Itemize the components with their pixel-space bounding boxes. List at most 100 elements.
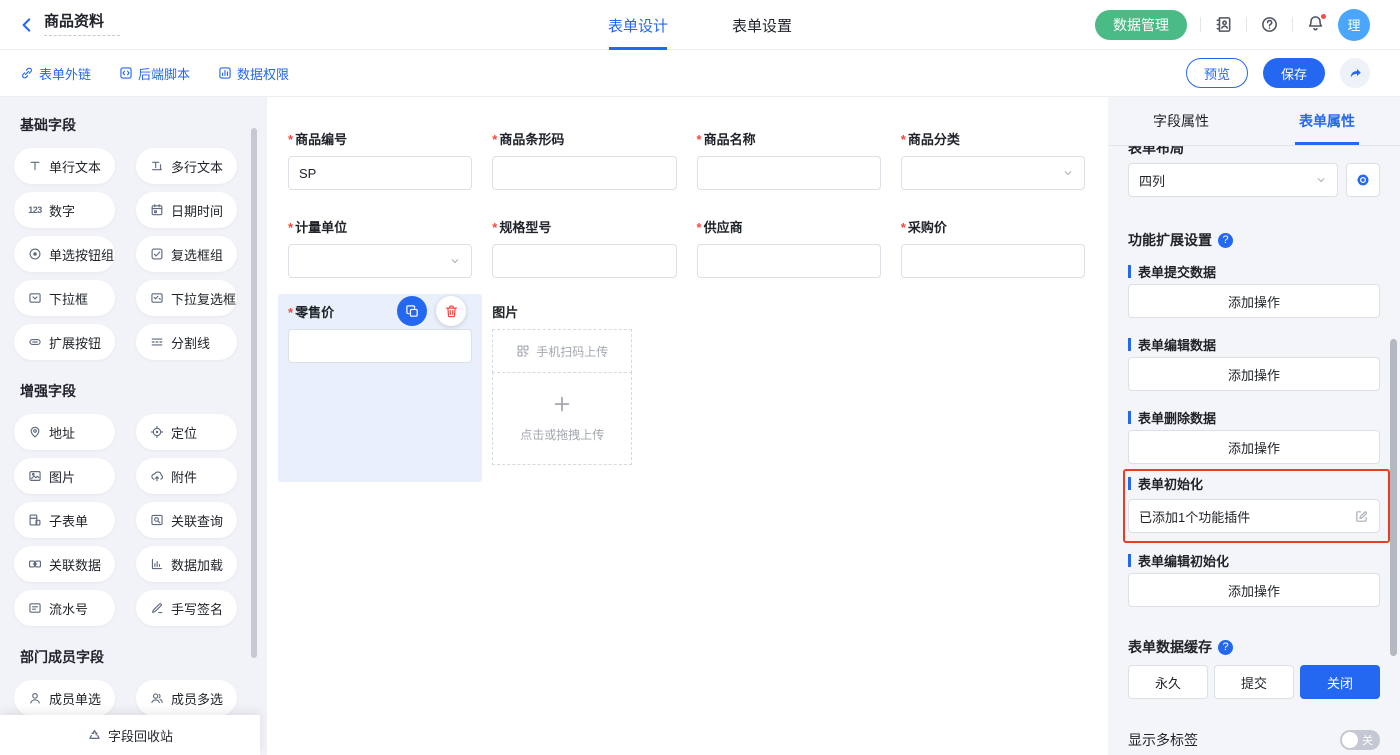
title-editable-underline xyxy=(44,35,120,36)
tab-form-properties[interactable]: 表单属性 xyxy=(1254,97,1400,145)
field-type-pill[interactable]: 复选框组 xyxy=(136,236,237,272)
field-type-pill[interactable]: 流水号 xyxy=(14,590,115,626)
field-input[interactable]: SP xyxy=(288,156,472,190)
field-input[interactable] xyxy=(492,244,676,278)
plugin-summary-text: 已添加1个功能插件 xyxy=(1139,507,1250,526)
save-button[interactable]: 保存 xyxy=(1263,58,1325,88)
field-input[interactable] xyxy=(697,156,881,190)
field-select[interactable] xyxy=(288,244,472,278)
field-type-pill[interactable]: 成员多选 xyxy=(136,680,237,716)
field-library-sections: 基础字段单行文本多行文本123数字日期时间单选按钮组复选框组下拉框下拉复选框扩展… xyxy=(14,115,267,755)
layout-select-value: 四列 xyxy=(1139,171,1165,190)
form-field[interactable]: *采购价 xyxy=(901,221,1085,278)
field-select[interactable] xyxy=(901,156,1085,190)
field-input[interactable] xyxy=(697,244,881,278)
canvas-field-grid: *商品编号SP *商品条形码 *商品名称 *商品分类 *计量单位 *规格型号 *供应商 *采购… xyxy=(288,133,1085,278)
panel-scrollbar[interactable] xyxy=(1390,339,1397,656)
cache-option-button[interactable]: 提交 xyxy=(1214,665,1294,699)
text-single-icon xyxy=(27,159,43,173)
field-type-pill[interactable]: 关联数据 xyxy=(14,546,115,582)
form-field[interactable]: *商品编号SP xyxy=(288,133,472,190)
help-icon[interactable] xyxy=(1260,15,1279,34)
backend-script-link[interactable]: 后端脚本 xyxy=(119,64,190,83)
script-icon xyxy=(119,66,133,80)
notification-bell[interactable] xyxy=(1306,14,1325,36)
trash-icon xyxy=(444,304,459,319)
field-type-pill[interactable]: 单行文本 xyxy=(14,148,115,184)
help-question-icon[interactable]: ? xyxy=(1218,640,1233,655)
contacts-book-icon[interactable] xyxy=(1214,15,1233,34)
preview-button[interactable]: 预览 xyxy=(1186,58,1248,88)
field-type-pill[interactable]: 分割线 xyxy=(136,324,237,360)
tab-form-settings[interactable]: 表单设置 xyxy=(732,0,792,50)
form-field[interactable]: *规格型号 xyxy=(492,221,676,278)
page-title: 商品资料 xyxy=(44,13,104,30)
sidebar-scrollbar[interactable] xyxy=(251,128,257,658)
field-type-pill[interactable]: 关联查询 xyxy=(136,502,237,538)
edit-icon[interactable] xyxy=(1354,509,1369,524)
field-type-pill[interactable]: 地址 xyxy=(14,414,115,450)
field-type-pill[interactable]: 下拉复选框 xyxy=(136,280,237,316)
help-question-icon[interactable]: ? xyxy=(1218,233,1233,248)
field-type-pill[interactable]: 图片 xyxy=(14,458,115,494)
field-type-pill[interactable]: 定位 xyxy=(136,414,237,450)
drag-upload-area[interactable]: 点击或拖拽上传 xyxy=(492,372,632,465)
add-action-button[interactable]: 添加操作 xyxy=(1128,430,1380,464)
form-field[interactable]: *商品名称 xyxy=(697,133,881,190)
field-label-text: 计量单位 xyxy=(295,221,347,235)
share-button[interactable] xyxy=(1340,58,1370,88)
tab-form-design[interactable]: 表单设计 xyxy=(608,0,668,50)
field-label-text: 采购价 xyxy=(908,221,947,235)
form-field[interactable]: *商品条形码 xyxy=(492,133,676,190)
layout-settings-button[interactable] xyxy=(1346,163,1380,197)
chevron-down-icon xyxy=(1315,174,1327,186)
form-field-image[interactable]: 图片 手机扫码上传 点击或拖拽上传 xyxy=(492,306,676,482)
data-permission-link[interactable]: 数据权限 xyxy=(218,64,289,83)
field-label: *计量单位 xyxy=(288,221,472,235)
scan-upload-area[interactable]: 手机扫码上传 xyxy=(492,329,632,373)
form-field[interactable]: *供应商 xyxy=(697,221,881,278)
field-type-pill[interactable]: 日期时间 xyxy=(136,192,237,228)
delete-field-button[interactable] xyxy=(436,296,466,326)
field-type-pill[interactable]: 子表单 xyxy=(14,502,115,538)
add-action-button[interactable]: 添加操作 xyxy=(1128,573,1380,607)
panel-body: 表单布局 四列 功能扩展设置 ? 表单提交数据添加操作表单编辑数据添加操作表单删… xyxy=(1108,146,1400,755)
cache-option-button[interactable]: 关闭 xyxy=(1300,665,1380,699)
tab-field-properties[interactable]: 字段属性 xyxy=(1108,97,1254,145)
form-external-link[interactable]: 表单外链 xyxy=(20,64,91,83)
plugin-summary-box[interactable]: 已添加1个功能插件 xyxy=(1128,499,1380,533)
field-type-pill[interactable]: 单选按钮组 xyxy=(14,236,115,272)
multitab-toggle[interactable]: 关 xyxy=(1340,730,1380,750)
field-type-pill[interactable]: 数据加载 xyxy=(136,546,237,582)
field-input[interactable] xyxy=(492,156,676,190)
field-type-pill[interactable]: 多行文本 xyxy=(136,148,237,184)
field-type-pill[interactable]: 下拉框 xyxy=(14,280,115,316)
form-field-retail-price-selected[interactable]: * 零售价 xyxy=(278,294,482,482)
avatar[interactable]: 理 xyxy=(1338,9,1370,41)
layout-columns-select[interactable]: 四列 xyxy=(1128,163,1338,197)
field-recycle-bin[interactable]: 字段回收站 xyxy=(0,715,260,755)
gear-icon xyxy=(1355,172,1371,188)
field-label: *规格型号 xyxy=(492,221,676,235)
field-input[interactable] xyxy=(901,244,1085,278)
form-field[interactable]: *计量单位 xyxy=(288,221,472,278)
field-type-pill[interactable]: 成员单选 xyxy=(14,680,115,716)
field-type-pill[interactable]: 附件 xyxy=(136,458,237,494)
retail-price-input[interactable] xyxy=(288,329,472,363)
field-type-pill[interactable]: 扩展按钮 xyxy=(14,324,115,360)
field-type-pill[interactable]: 手写签名 xyxy=(136,590,237,626)
cache-option-button[interactable]: 永久 xyxy=(1128,665,1208,699)
properties-panel: 字段属性 表单属性 表单布局 四列 功能扩展设置 xyxy=(1108,97,1400,755)
form-field[interactable]: *商品分类 xyxy=(901,133,1085,190)
data-manage-button[interactable]: 数据管理 xyxy=(1095,10,1187,40)
add-action-button[interactable]: 添加操作 xyxy=(1128,284,1380,318)
panel-sections: 表单提交数据添加操作表单编辑数据添加操作表单删除数据添加操作表单初始化已添加1个… xyxy=(1128,264,1380,607)
add-action-button[interactable]: 添加操作 xyxy=(1128,357,1380,391)
field-type-pill[interactable]: 123数字 xyxy=(14,192,115,228)
lookup-icon xyxy=(149,513,165,527)
back-icon[interactable] xyxy=(18,16,36,34)
sidebar-field-grid: 单行文本多行文本 123数字日期时间单选按钮组复选框组下拉框下拉复选框扩展按钮分割… xyxy=(14,148,267,360)
field-label: *商品分类 xyxy=(901,133,1085,147)
copy-field-button[interactable] xyxy=(397,296,427,326)
sidebar-section-title: 增强字段 xyxy=(20,381,267,401)
